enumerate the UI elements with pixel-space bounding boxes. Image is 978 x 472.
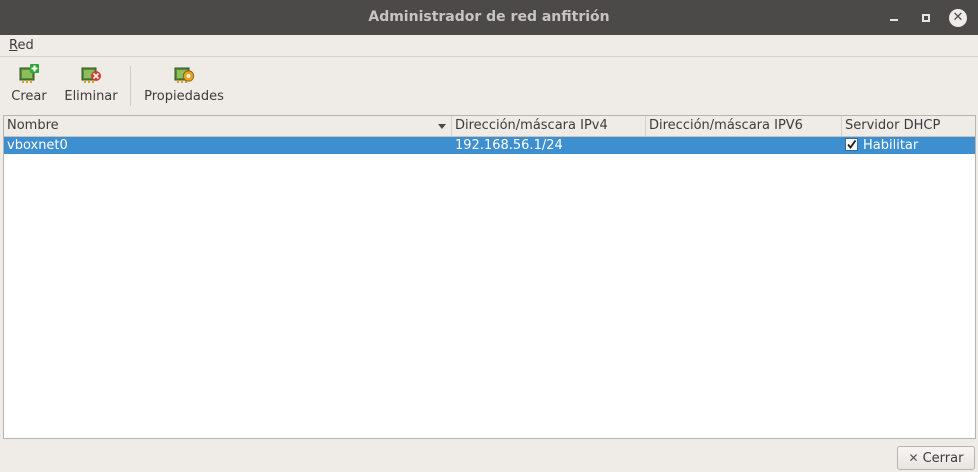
sort-descending-icon [438,124,446,129]
delete-button[interactable]: Eliminar [60,63,122,111]
column-header-dhcp-label: Servidor DHCP [845,118,941,133]
column-header-ipv6[interactable]: Dirección/máscara IPV6 [646,116,842,136]
menu-red-label: ed [17,38,34,53]
maximize-button[interactable] [917,9,935,27]
close-button[interactable]: ✕ Cerrar [897,446,975,470]
toolbar-separator [130,66,131,106]
properties-label: Propiedades [144,89,224,104]
column-header-name-label: Nombre [7,118,59,133]
delete-label: Eliminar [64,89,118,104]
window-title: Administrador de red anfitrión [368,9,610,25]
column-header-dhcp[interactable]: Servidor DHCP [842,116,975,136]
close-icon: ✕ [908,451,919,465]
cell-name: vboxnet0 [7,138,68,153]
close-button-label: Cerrar [922,451,964,466]
column-header-ipv4[interactable]: Dirección/máscara IPv4 [452,116,646,136]
menu-bar: Red [0,35,978,57]
checkmark-icon [847,139,857,149]
minimize-button[interactable] [885,9,903,27]
cell-ipv4: 192.168.56.1/24 [455,138,563,153]
maximize-icon [922,13,930,22]
network-properties-icon [174,67,195,83]
table-header: Nombre Dirección/máscara IPv4 Dirección/… [4,116,975,137]
network-remove-icon [81,67,101,83]
title-bar: Administrador de red anfitrión ✕ [0,0,978,35]
column-header-ipv6-label: Dirección/máscara IPV6 [649,118,803,133]
toolbar: Crear Eliminar Propiedades [0,57,978,113]
dhcp-enable-label: Habilitar [863,138,919,153]
menu-red[interactable]: Red [9,38,34,53]
close-icon: ✕ [952,10,964,25]
properties-button[interactable]: Propiedades [138,63,230,111]
host-network-table: Nombre Dirección/máscara IPv4 Dirección/… [3,115,976,439]
table-row[interactable]: vboxnet0 192.168.56.1/24 Habilitar [4,137,975,154]
create-label: Crear [11,89,47,104]
column-header-ipv4-label: Dirección/máscara IPv4 [455,118,608,133]
dhcp-enable-checkbox[interactable] [845,138,858,151]
create-button[interactable]: Crear [6,63,52,111]
cell-ipv6 [646,137,842,154]
cell-dhcp: Habilitar [842,137,975,154]
close-window-button[interactable]: ✕ [949,9,967,27]
network-add-icon [19,64,39,83]
column-header-name[interactable]: Nombre [4,116,452,136]
minimize-icon [890,18,898,21]
